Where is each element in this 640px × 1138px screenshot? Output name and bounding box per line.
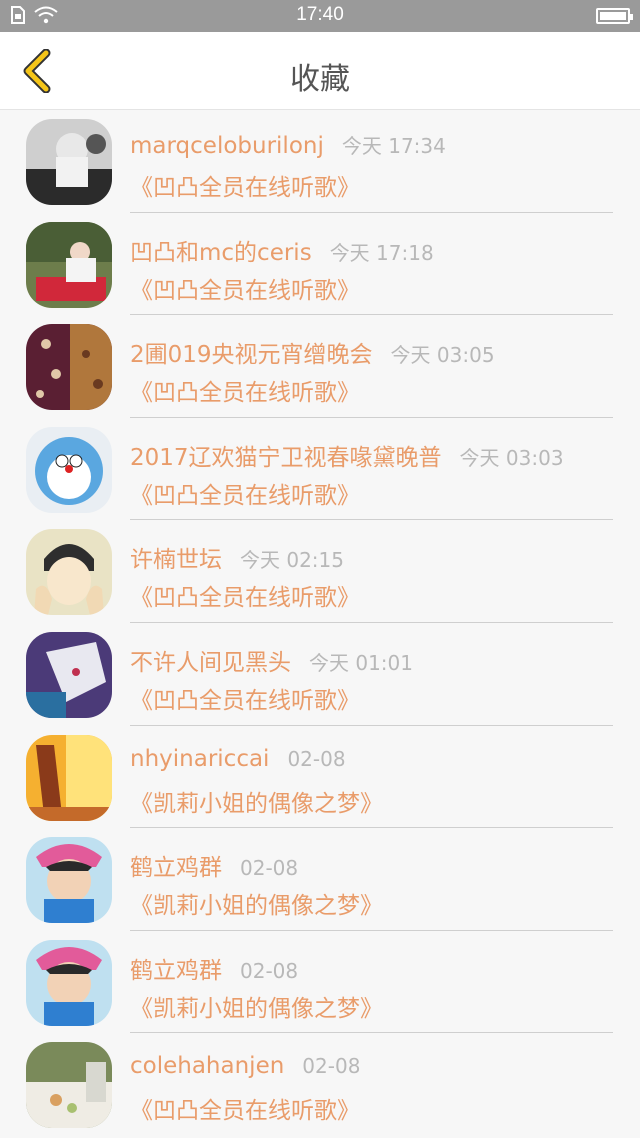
list-item[interactable]: 凹凸和mc的ceris 今天 17:18 《凹凸全员在线听歌》 bbox=[0, 213, 640, 316]
page-title: 收藏 bbox=[290, 62, 350, 97]
song-title[interactable]: 《凹凸全员在线听歌》 bbox=[130, 476, 360, 510]
timestamp: 02-08 bbox=[287, 746, 346, 771]
username[interactable]: colehahanjen bbox=[130, 1053, 284, 1079]
avatar[interactable] bbox=[26, 426, 112, 513]
avatar[interactable] bbox=[26, 529, 112, 616]
avatar[interactable] bbox=[26, 631, 112, 718]
list-item[interactable]: 2圃019央视元宵缯晚会 今天 03:05 《凹凸全员在线听歌》 bbox=[0, 315, 640, 418]
avatar[interactable] bbox=[26, 1042, 112, 1129]
list-item[interactable]: 鹤立鸡群 02-08 《凯莉小姐的偶像之梦》 bbox=[0, 828, 640, 931]
song-title[interactable]: 《凯莉小姐的偶像之梦》 bbox=[130, 886, 383, 920]
timestamp: 今天 02:15 bbox=[240, 548, 344, 573]
list-item[interactable]: 2017辽欢猫宁卫视春喙黛晚普 今天 03:03 《凹凸全员在线听歌》 bbox=[0, 418, 640, 521]
item-body: nhyinariccai 02-08 《凯莉小姐的偶像之梦》 bbox=[130, 726, 613, 829]
item-body: 许楠世坛 今天 02:15 《凹凸全员在线听歌》 bbox=[130, 520, 613, 623]
username[interactable]: 2圃019央视元宵缯晚会 bbox=[130, 335, 373, 369]
item-body: 2017辽欢猫宁卫视春喙黛晚普 今天 03:03 《凹凸全员在线听歌》 bbox=[130, 418, 613, 521]
item-body: 鹤立鸡群 02-08 《凯莉小姐的偶像之梦》 bbox=[130, 828, 613, 931]
list-item[interactable]: marqceloburilonj 今天 17:34 《凹凸全员在线听歌》 bbox=[0, 110, 640, 213]
timestamp: 今天 03:05 bbox=[390, 343, 495, 368]
item-body: 鹤立鸡群 02-08 《凯莉小姐的偶像之梦》 bbox=[130, 931, 613, 1034]
song-title[interactable]: 《凯莉小姐的偶像之梦》 bbox=[130, 989, 383, 1023]
item-body: marqceloburilonj 今天 17:34 《凹凸全员在线听歌》 bbox=[130, 110, 613, 213]
song-title[interactable]: 《凹凸全员在线听歌》 bbox=[130, 681, 360, 715]
username[interactable]: 鹤立鸡群 bbox=[130, 951, 222, 985]
song-title[interactable]: 《凹凸全员在线听歌》 bbox=[130, 578, 360, 612]
avatar[interactable] bbox=[26, 939, 112, 1026]
avatar[interactable] bbox=[26, 324, 112, 411]
song-title[interactable]: 《凹凸全员在线听歌》 bbox=[130, 168, 360, 202]
username[interactable]: 凹凸和mc的ceris bbox=[130, 233, 312, 267]
avatar[interactable] bbox=[26, 221, 112, 308]
status-bar: 17:40 bbox=[0, 0, 640, 32]
nav-bar: 收藏 bbox=[0, 32, 640, 110]
item-body: 2圃019央视元宵缯晚会 今天 03:05 《凹凸全员在线听歌》 bbox=[130, 315, 613, 418]
song-title[interactable]: 《凯莉小姐的偶像之梦》 bbox=[130, 784, 383, 818]
username[interactable]: marqceloburilonj bbox=[130, 133, 324, 159]
timestamp: 今天 17:18 bbox=[329, 240, 434, 265]
username[interactable]: 鹤立鸡群 bbox=[130, 848, 222, 882]
item-body: 不许人间见黑头 今天 01:01 《凹凸全员在线听歌》 bbox=[130, 623, 613, 726]
list-item[interactable]: 鹤立鸡群 02-08 《凯莉小姐的偶像之梦》 bbox=[0, 931, 640, 1034]
song-title[interactable]: 《凹凸全员在线听歌》 bbox=[130, 271, 360, 305]
username[interactable]: 2017辽欢猫宁卫视春喙黛晚普 bbox=[130, 438, 442, 472]
item-body: 凹凸和mc的ceris 今天 17:18 《凹凸全员在线听歌》 bbox=[130, 213, 613, 316]
song-title[interactable]: 《凹凸全员在线听歌》 bbox=[130, 373, 360, 407]
favorites-list: marqceloburilonj 今天 17:34 《凹凸全员在线听歌》 凹凸和… bbox=[0, 110, 640, 1136]
avatar[interactable] bbox=[26, 119, 112, 205]
timestamp: 今天 01:01 bbox=[309, 650, 413, 675]
status-time: 17:40 bbox=[296, 4, 344, 25]
timestamp: 今天 03:03 bbox=[459, 445, 564, 470]
avatar[interactable] bbox=[26, 837, 112, 924]
list-item[interactable]: 不许人间见黑头 今天 01:01 《凹凸全员在线听歌》 bbox=[0, 623, 640, 726]
timestamp: 02-08 bbox=[240, 856, 299, 881]
username[interactable]: 不许人间见黑头 bbox=[130, 643, 291, 677]
username[interactable]: nhyinariccai bbox=[130, 746, 269, 772]
timestamp: 02-08 bbox=[240, 958, 299, 983]
avatar[interactable] bbox=[26, 734, 112, 821]
username[interactable]: 许楠世坛 bbox=[130, 540, 222, 574]
song-title[interactable]: 《凹凸全员在线听歌》 bbox=[130, 1091, 360, 1125]
battery-icon bbox=[596, 8, 633, 24]
list-item[interactable]: 许楠世坛 今天 02:15 《凹凸全员在线听歌》 bbox=[0, 520, 640, 623]
list-item[interactable]: colehahanjen 02-08 《凹凸全员在线听歌》 bbox=[0, 1033, 640, 1136]
item-body: colehahanjen 02-08 《凹凸全员在线听歌》 bbox=[130, 1033, 613, 1136]
list-item[interactable]: nhyinariccai 02-08 《凯莉小姐的偶像之梦》 bbox=[0, 726, 640, 829]
timestamp: 02-08 bbox=[302, 1054, 361, 1079]
timestamp: 今天 17:34 bbox=[341, 134, 446, 158]
